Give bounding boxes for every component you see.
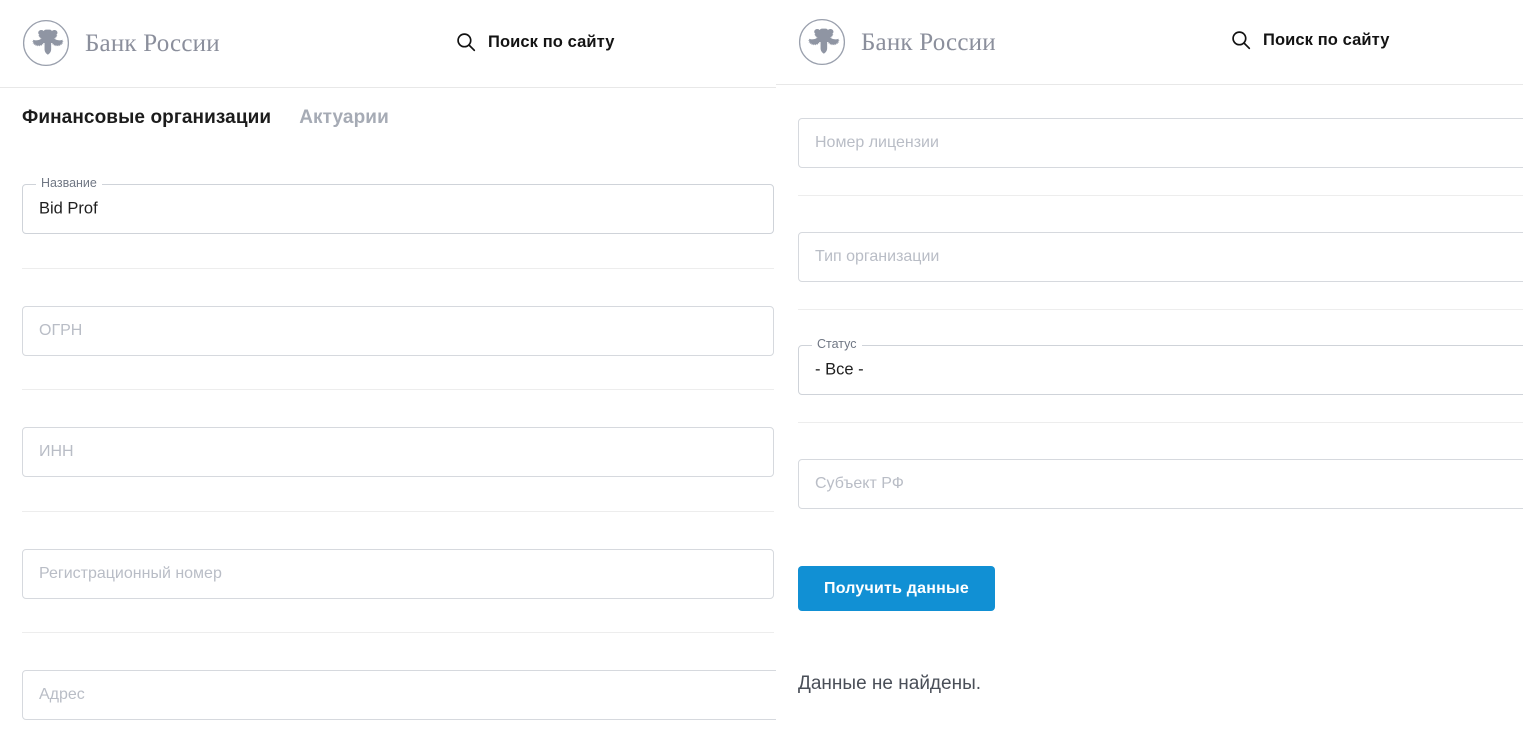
field-inn-placeholder: ИНН <box>39 443 74 460</box>
field-license-number[interactable]: Номер лицензии <box>798 118 1523 168</box>
field-inn[interactable]: ИНН <box>22 427 774 477</box>
site-search-label-right: Поиск по сайту <box>1263 30 1390 49</box>
brand-logo-link-right[interactable]: Банк России <box>798 18 996 66</box>
field-subject-rf[interactable]: Субъект РФ <box>798 459 1523 509</box>
search-icon <box>1231 30 1251 50</box>
brand-name-right: Банк России <box>861 28 996 56</box>
field-name-value: Bid Prof <box>39 199 98 218</box>
brand-name-left: Банк России <box>85 29 220 57</box>
field-organization-type[interactable]: Тип организации <box>798 232 1523 282</box>
field-registration-number[interactable]: Регистрационный номер <box>22 549 774 599</box>
tab-financial-organizations[interactable]: Финансовые организации <box>22 107 271 129</box>
site-search-right[interactable]: Поиск по сайту <box>1231 30 1390 50</box>
right-page-panel: Банк России Поиск по сайту Номер лицензи… <box>776 0 1523 744</box>
field-organization-type-placeholder: Тип организации <box>815 248 940 265</box>
site-search-label-left: Поиск по сайту <box>488 32 615 51</box>
field-status-label: Статус <box>812 338 862 351</box>
field-separator <box>798 309 1523 310</box>
field-address[interactable]: Адрес <box>22 670 776 720</box>
tab-actuaries[interactable]: Актуарии <box>299 107 389 129</box>
field-name-label: Название <box>36 177 102 190</box>
field-license-number-placeholder: Номер лицензии <box>815 134 939 151</box>
field-status[interactable]: Статус - Все - <box>798 338 1523 395</box>
field-separator <box>22 511 774 512</box>
field-separator <box>22 632 774 633</box>
bank-of-russia-eagle-logo-icon <box>798 18 846 66</box>
field-address-placeholder: Адрес <box>39 686 85 703</box>
site-header-right: Банк России Поиск по сайту <box>776 0 1523 85</box>
field-ogrn-placeholder: ОГРН <box>39 322 83 339</box>
field-name[interactable]: Название Bid Prof <box>22 177 774 234</box>
field-subject-rf-placeholder: Субъект РФ <box>815 475 904 492</box>
site-search-left[interactable]: Поиск по сайту <box>456 32 615 52</box>
no-data-message: Данные не найдены. <box>798 673 982 694</box>
bank-of-russia-eagle-logo-icon <box>22 19 70 67</box>
site-header-left: Банк России Поиск по сайту <box>0 0 776 88</box>
get-data-button[interactable]: Получить данные <box>798 566 995 611</box>
field-separator <box>798 195 1523 196</box>
field-status-value: - Все - <box>815 360 864 379</box>
left-page-panel: Банк России Поиск по сайту Финансовые ор… <box>0 0 776 744</box>
category-tabs-left: Финансовые организации Актуарии <box>22 107 389 129</box>
search-icon <box>456 32 476 52</box>
field-ogrn[interactable]: ОГРН <box>22 306 774 356</box>
field-separator <box>798 422 1523 423</box>
field-registration-number-placeholder: Регистрационный номер <box>39 565 222 582</box>
screenshot-viewport: Банк России Поиск по сайту Финансовые ор… <box>0 0 1523 744</box>
brand-logo-link-left[interactable]: Банк России <box>22 19 220 67</box>
field-separator <box>22 268 774 269</box>
field-separator <box>22 389 774 390</box>
